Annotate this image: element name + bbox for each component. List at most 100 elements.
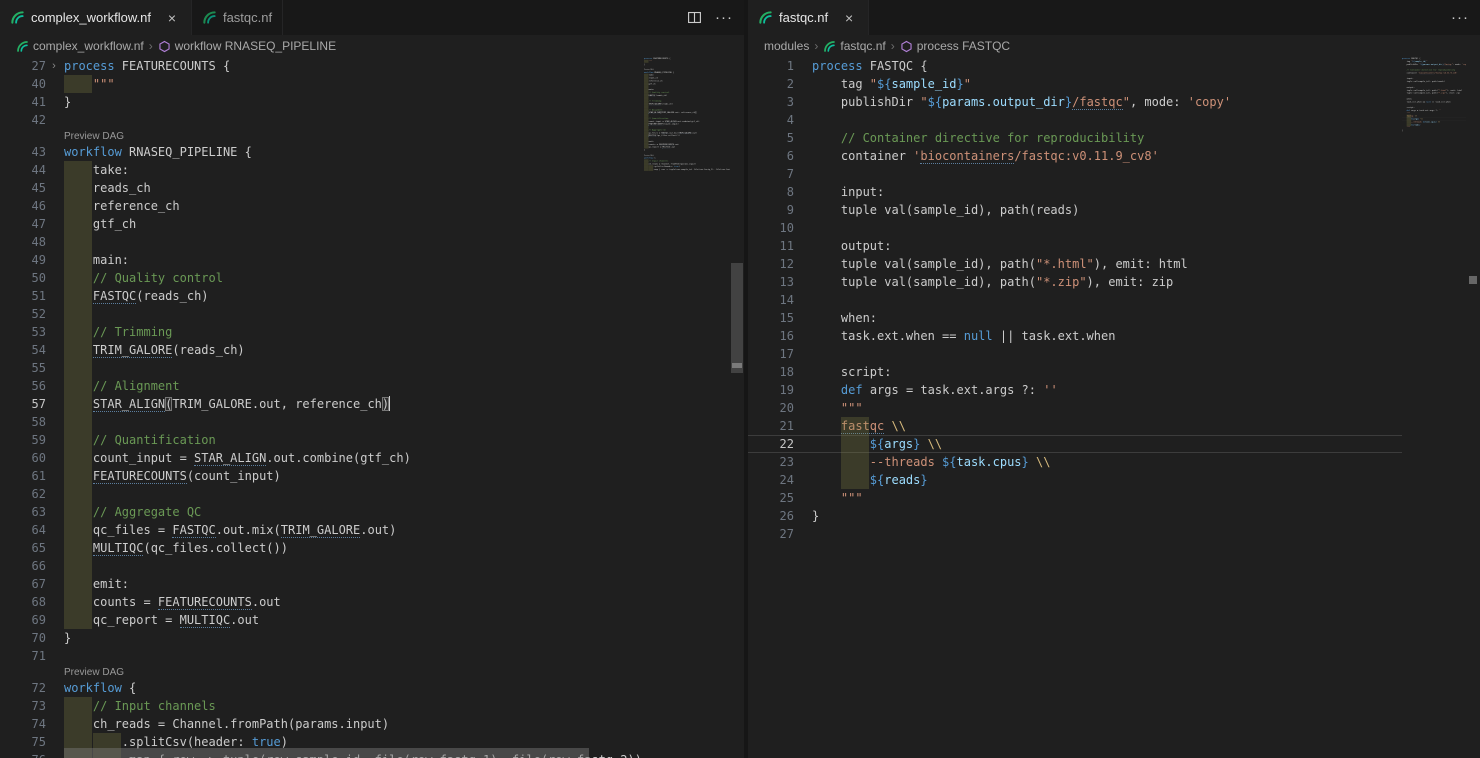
fold-collapsed-icon[interactable]: › bbox=[47, 57, 61, 75]
code-line[interactable] bbox=[64, 233, 644, 251]
code-line[interactable] bbox=[812, 111, 1402, 129]
code-line[interactable]: """ bbox=[812, 489, 1402, 507]
line-number[interactable]: 21 bbox=[748, 417, 812, 435]
line-number[interactable]: 14 bbox=[748, 291, 812, 309]
code-line[interactable] bbox=[64, 413, 644, 431]
line-number[interactable]: 60 bbox=[0, 449, 64, 467]
horizontal-scrollbar-left[interactable] bbox=[64, 748, 644, 758]
line-number[interactable]: 7 bbox=[748, 165, 812, 183]
line-number[interactable]: 43 bbox=[0, 143, 64, 161]
code-line[interactable]: TRIM_GALORE(reads_ch) bbox=[64, 341, 644, 359]
more-actions-icon[interactable]: ··· bbox=[1450, 8, 1470, 28]
line-number[interactable]: 42 bbox=[0, 111, 64, 129]
line-number[interactable]: 18 bbox=[748, 363, 812, 381]
line-number[interactable]: 3 bbox=[748, 93, 812, 111]
line-number[interactable]: 11 bbox=[748, 237, 812, 255]
line-number[interactable]: 40 bbox=[0, 75, 64, 93]
code-line[interactable]: process FASTQC { bbox=[812, 57, 1402, 75]
line-number[interactable]: 25 bbox=[748, 489, 812, 507]
code-line[interactable]: // Quantification bbox=[64, 431, 644, 449]
line-number[interactable]: 6 bbox=[748, 147, 812, 165]
code-line[interactable]: MULTIQC(qc_files.collect()) bbox=[64, 539, 644, 557]
line-number[interactable]: 67 bbox=[0, 575, 64, 593]
line-number[interactable]: 72 bbox=[0, 679, 64, 697]
code-line[interactable]: def args = task.ext.args ?: '' bbox=[812, 381, 1402, 399]
code-line[interactable] bbox=[812, 219, 1402, 237]
code-line[interactable]: FEATURECOUNTS(count_input) bbox=[64, 467, 644, 485]
code-line[interactable]: workflow RNASEQ_PIPELINE { bbox=[64, 143, 644, 161]
line-number[interactable]: 57 bbox=[0, 395, 64, 413]
line-number[interactable]: 53 bbox=[0, 323, 64, 341]
line-number[interactable]: 20 bbox=[748, 399, 812, 417]
code-line[interactable]: tuple val(sample_id), path("*.html"), em… bbox=[812, 255, 1402, 273]
line-number[interactable]: 47 bbox=[0, 215, 64, 233]
code-line[interactable]: // Aggregate QC bbox=[64, 503, 644, 521]
code-line[interactable]: """ bbox=[812, 399, 1402, 417]
tab-fastqc-left[interactable]: fastqc.nf bbox=[192, 0, 283, 35]
code-line[interactable]: workflow { bbox=[64, 679, 644, 697]
code-line[interactable]: } bbox=[64, 93, 644, 111]
line-number[interactable]: 52 bbox=[0, 305, 64, 323]
code-line[interactable]: STAR_ALIGN(TRIM_GALORE.out, reference_ch… bbox=[64, 395, 644, 413]
line-number[interactable]: 70 bbox=[0, 629, 64, 647]
code-area-left[interactable]: 27›process FEATURECOUNTS {40 """41}42Pre… bbox=[0, 57, 644, 758]
code-line[interactable] bbox=[812, 525, 1402, 543]
vertical-scrollbar-left[interactable] bbox=[730, 57, 744, 758]
line-number[interactable]: 45 bbox=[0, 179, 64, 197]
code-line[interactable]: ${args} \\ bbox=[812, 435, 1402, 453]
tab-fastqc-right[interactable]: fastqc.nf × bbox=[748, 0, 869, 35]
code-line[interactable]: FASTQC(reads_ch) bbox=[64, 287, 644, 305]
line-number[interactable]: 44 bbox=[0, 161, 64, 179]
line-number[interactable]: 8 bbox=[748, 183, 812, 201]
breadcrumb-item-folder[interactable]: modules bbox=[764, 39, 809, 53]
scrollbar-thumb[interactable] bbox=[64, 748, 589, 758]
code-line[interactable] bbox=[812, 165, 1402, 183]
line-number[interactable]: 27 bbox=[748, 525, 812, 543]
line-number[interactable]: 22 bbox=[748, 435, 812, 453]
line-number[interactable]: 54 bbox=[0, 341, 64, 359]
minimap-right[interactable]: process FASTQC { tag "${sample_id}" publ… bbox=[1402, 57, 1466, 758]
breadcrumb-item-symbol[interactable]: workflow RNASEQ_PIPELINE bbox=[158, 39, 336, 53]
code-line[interactable]: ${reads} bbox=[812, 471, 1402, 489]
code-line[interactable] bbox=[64, 647, 644, 665]
close-icon[interactable]: × bbox=[163, 9, 181, 27]
line-number[interactable]: 26 bbox=[748, 507, 812, 525]
close-icon[interactable]: × bbox=[840, 9, 858, 27]
code-line[interactable]: ch_reads = Channel.fromPath(params.input… bbox=[64, 715, 644, 733]
code-line[interactable]: gtf_ch bbox=[64, 215, 644, 233]
breadcrumb-item-symbol[interactable]: process FASTQC bbox=[900, 39, 1010, 53]
line-number[interactable]: 4 bbox=[748, 111, 812, 129]
code-line[interactable]: counts = FEATURECOUNTS.out bbox=[64, 593, 644, 611]
line-number[interactable]: 23 bbox=[748, 453, 812, 471]
line-number[interactable]: 5 bbox=[748, 129, 812, 147]
code-line[interactable]: // Alignment bbox=[64, 377, 644, 395]
line-number[interactable]: 19 bbox=[748, 381, 812, 399]
code-line[interactable]: reads_ch bbox=[64, 179, 644, 197]
code-line[interactable]: tuple val(sample_id), path("*.zip"), emi… bbox=[812, 273, 1402, 291]
code-line[interactable]: emit: bbox=[64, 575, 644, 593]
code-line[interactable] bbox=[64, 359, 644, 377]
line-number[interactable]: 50 bbox=[0, 269, 64, 287]
code-line[interactable]: """ bbox=[64, 75, 644, 93]
more-actions-icon[interactable]: ··· bbox=[714, 8, 734, 28]
line-number[interactable]: 59 bbox=[0, 431, 64, 449]
line-number[interactable]: 15 bbox=[748, 309, 812, 327]
codelens-preview-dag[interactable]: Preview DAG bbox=[64, 130, 124, 143]
code-line[interactable]: when: bbox=[812, 309, 1402, 327]
line-number[interactable]: 65 bbox=[0, 539, 64, 557]
line-number[interactable]: 71 bbox=[0, 647, 64, 665]
code-line[interactable]: qc_files = FASTQC.out.mix(TRIM_GALORE.ou… bbox=[64, 521, 644, 539]
code-line[interactable]: output: bbox=[812, 237, 1402, 255]
code-line[interactable]: container 'biocontainers/fastqc:v0.11.9_… bbox=[812, 147, 1402, 165]
line-number[interactable]: 17 bbox=[748, 345, 812, 363]
scrollbar-thumb[interactable] bbox=[731, 263, 743, 373]
code-line[interactable] bbox=[64, 305, 644, 323]
line-number[interactable]: 76 bbox=[0, 751, 64, 758]
code-line[interactable]: script: bbox=[812, 363, 1402, 381]
code-line[interactable]: tuple val(sample_id), path(reads) bbox=[812, 201, 1402, 219]
code-line[interactable]: main: bbox=[64, 251, 644, 269]
code-line[interactable]: take: bbox=[64, 161, 644, 179]
line-number[interactable]: 58 bbox=[0, 413, 64, 431]
line-number[interactable]: 51 bbox=[0, 287, 64, 305]
line-number[interactable]: 9 bbox=[748, 201, 812, 219]
